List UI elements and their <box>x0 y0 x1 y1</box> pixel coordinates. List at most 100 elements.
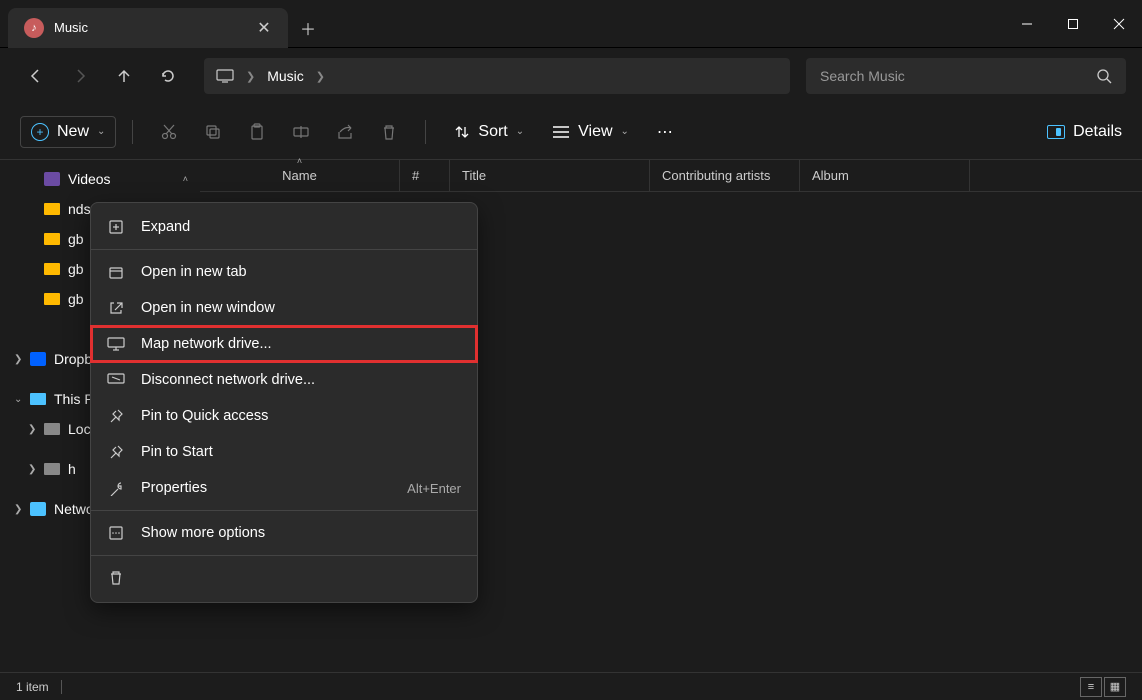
forward-button[interactable] <box>60 56 100 96</box>
disk-icon <box>44 423 60 435</box>
shortcut-label: Alt+Enter <box>407 481 461 496</box>
chevron-down-icon[interactable]: ⌄ <box>14 394 22 405</box>
title-bar: ♪ Music ✕ ＋ <box>0 0 1142 48</box>
copy-button[interactable] <box>193 112 233 152</box>
ctx-map-network-drive[interactable]: Map network drive... <box>91 326 477 362</box>
delete-button[interactable] <box>369 112 409 152</box>
close-window-button[interactable] <box>1096 0 1142 48</box>
grid-view-toggle[interactable]: ▦ <box>1104 677 1126 697</box>
details-pane-icon <box>1047 125 1065 139</box>
tab-icon <box>107 264 125 280</box>
view-icon <box>552 125 570 139</box>
more-options-icon <box>107 525 125 541</box>
view-button[interactable]: View ⌄ <box>540 112 641 152</box>
folder-icon <box>44 293 60 305</box>
sidebar-item-label: nds <box>68 201 91 217</box>
sidebar-item-label: gb <box>68 261 84 277</box>
cut-button[interactable] <box>149 112 189 152</box>
ctx-open-new-window[interactable]: Open in new window <box>91 290 477 326</box>
up-button[interactable] <box>104 56 144 96</box>
ctx-label: Show more options <box>141 525 461 541</box>
ctx-label: Pin to Start <box>141 444 461 460</box>
refresh-button[interactable] <box>148 56 188 96</box>
pc-icon <box>216 69 234 83</box>
ctx-open-new-tab[interactable]: Open in new tab <box>91 254 477 290</box>
tab-title: Music <box>54 20 246 35</box>
ctx-label: Open in new tab <box>141 264 461 280</box>
sort-ascending-icon: ˄ <box>297 156 302 166</box>
column-album[interactable]: Album <box>800 160 970 191</box>
search-box[interactable] <box>806 58 1126 94</box>
view-label: View <box>578 123 612 141</box>
close-tab-icon[interactable]: ✕ <box>256 20 272 36</box>
trash-icon <box>107 570 125 586</box>
ctx-label: Map network drive... <box>141 336 461 352</box>
disk-icon <box>44 463 60 475</box>
videos-icon <box>44 172 60 186</box>
search-icon[interactable] <box>1096 68 1112 84</box>
ctx-disconnect-drive[interactable]: Disconnect network drive... <box>91 362 477 398</box>
list-view-toggle[interactable]: ≡ <box>1080 677 1102 697</box>
plus-circle-icon: + <box>31 123 49 141</box>
ctx-label: Pin to Quick access <box>141 408 461 424</box>
ctx-pin-quick-access[interactable]: Pin to Quick access <box>91 398 477 434</box>
chevron-right-icon[interactable]: ❯ <box>316 70 325 83</box>
column-title[interactable]: Title <box>450 160 650 191</box>
breadcrumb[interactable]: ❯ Music ❯ <box>204 58 790 94</box>
network-icon <box>30 502 46 516</box>
ctx-properties[interactable]: Properties Alt+Enter <box>91 470 477 506</box>
sidebar-item-videos[interactable]: Videos ˄ <box>0 164 200 194</box>
music-icon: ♪ <box>24 18 44 38</box>
pin-icon <box>107 408 125 424</box>
more-button[interactable]: ⋯ <box>645 112 685 152</box>
maximize-button[interactable] <box>1050 0 1096 48</box>
folder-icon <box>44 233 60 245</box>
details-pane-button[interactable]: Details <box>1047 123 1122 141</box>
back-button[interactable] <box>16 56 56 96</box>
chevron-down-icon: ⌄ <box>97 126 105 137</box>
chevron-right-icon[interactable]: ❯ <box>14 504 22 515</box>
breadcrumb-location[interactable]: Music <box>267 68 304 84</box>
sidebar-item-label: gb <box>68 291 84 307</box>
search-input[interactable] <box>820 68 1096 84</box>
status-item-count: 1 item <box>16 680 49 694</box>
column-number[interactable]: # <box>400 160 450 191</box>
chevron-right-icon[interactable]: ❯ <box>28 464 36 475</box>
sort-label: Sort <box>478 123 507 141</box>
status-bar: 1 item ≡ ▦ <box>0 672 1142 700</box>
pin-icon <box>107 444 125 460</box>
chevron-down-icon: ⌄ <box>621 126 629 137</box>
new-tab-button[interactable]: ＋ <box>288 16 328 40</box>
ctx-label: Expand <box>141 219 461 235</box>
folder-icon <box>44 203 60 215</box>
expand-icon <box>107 219 125 235</box>
column-artists[interactable]: Contributing artists <box>650 160 800 191</box>
ctx-show-more[interactable]: Show more options <box>91 515 477 551</box>
tab-music[interactable]: ♪ Music ✕ <box>8 8 288 48</box>
share-button[interactable] <box>325 112 365 152</box>
dropbox-icon <box>30 352 46 366</box>
paste-button[interactable] <box>237 112 277 152</box>
new-button[interactable]: + New ⌄ <box>20 116 116 148</box>
ctx-label: Open in new window <box>141 300 461 316</box>
chevron-right-icon[interactable]: ❯ <box>28 424 36 435</box>
ctx-expand[interactable]: Expand <box>91 209 477 245</box>
pc-icon <box>30 393 46 405</box>
ctx-label: Properties <box>141 480 391 496</box>
ctx-delete[interactable] <box>91 560 477 596</box>
ctx-pin-start[interactable]: Pin to Start <box>91 434 477 470</box>
window-controls <box>1004 0 1142 48</box>
folder-icon <box>44 263 60 275</box>
external-icon <box>107 300 125 316</box>
navigation-bar: ❯ Music ❯ <box>0 48 1142 104</box>
minimize-button[interactable] <box>1004 0 1050 48</box>
new-label: New <box>57 123 89 141</box>
sidebar-item-label: Videos <box>68 171 111 187</box>
network-drive-icon <box>107 337 125 351</box>
column-name[interactable]: ˄ Name <box>200 160 400 191</box>
chevron-right-icon[interactable]: ❯ <box>14 354 22 365</box>
chevron-down-icon: ⌄ <box>516 126 524 137</box>
wrench-icon <box>107 480 125 496</box>
rename-button[interactable] <box>281 112 321 152</box>
sort-button[interactable]: Sort ⌄ <box>442 112 536 152</box>
